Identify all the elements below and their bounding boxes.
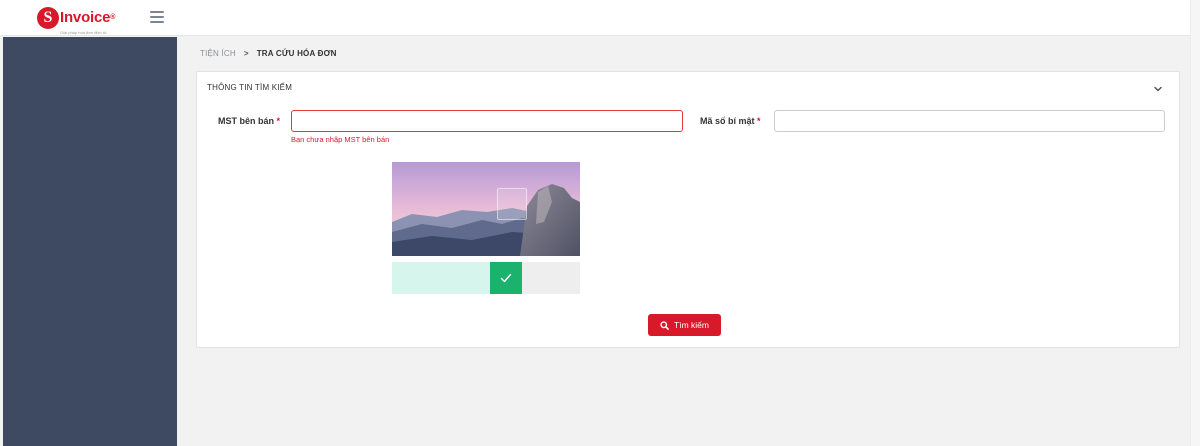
secret-code-label: Mã số bí mật * xyxy=(700,116,761,126)
required-marker: * xyxy=(276,116,281,126)
search-icon xyxy=(660,320,669,330)
page-scrollbar[interactable] xyxy=(1190,0,1200,446)
search-button-label: Tìm kiếm xyxy=(674,320,709,330)
search-button[interactable]: Tìm kiếm xyxy=(648,314,721,336)
panel-title: THÔNG TIN TÌM KIẾM xyxy=(207,83,293,92)
captcha-slider-track[interactable] xyxy=(392,262,580,294)
sinvoice-logo[interactable]: S Invoice® Giải pháp hóa đơn điện tử xyxy=(37,7,116,35)
captcha-image xyxy=(392,162,580,256)
captcha-puzzle-piece xyxy=(497,188,527,220)
chevron-down-icon[interactable] xyxy=(1153,84,1163,94)
hamburger-icon[interactable] xyxy=(150,11,164,23)
search-panel: THÔNG TIN TÌM KIẾM MST bên bán * Bạn chư… xyxy=(196,71,1180,348)
seller-tax-label-text: MST bên bán xyxy=(218,116,274,126)
captcha-slider-handle[interactable] xyxy=(490,262,522,294)
logo-text: Invoice® Giải pháp hóa đơn điện tử xyxy=(60,9,116,35)
seller-tax-error: Bạn chưa nhập MST bên bán xyxy=(291,135,390,144)
logo-wordmark: Invoice xyxy=(60,9,111,26)
logo-s-mark: S xyxy=(37,7,59,29)
secret-code-label-text: Mã số bí mật xyxy=(700,116,755,126)
seller-tax-label: MST bên bán * xyxy=(218,116,280,126)
breadcrumb-parent[interactable]: TIỆN ÍCH xyxy=(200,49,236,58)
captcha-slider-fill xyxy=(392,262,506,294)
seller-tax-input[interactable] xyxy=(291,110,683,132)
secret-code-input[interactable] xyxy=(774,110,1165,132)
breadcrumb: TIỆN ÍCH > TRA CỨU HÓA ĐƠN xyxy=(200,49,337,58)
breadcrumb-separator: > xyxy=(243,49,249,58)
sidebar xyxy=(3,37,177,446)
logo-registered-mark: ® xyxy=(110,14,116,21)
captcha-landscape xyxy=(392,162,580,256)
breadcrumb-current: TRA CỨU HÓA ĐƠN xyxy=(256,49,337,58)
check-icon xyxy=(500,273,512,283)
top-bar: S Invoice® Giải pháp hóa đơn điện tử xyxy=(0,0,1190,36)
required-marker: * xyxy=(757,116,761,126)
